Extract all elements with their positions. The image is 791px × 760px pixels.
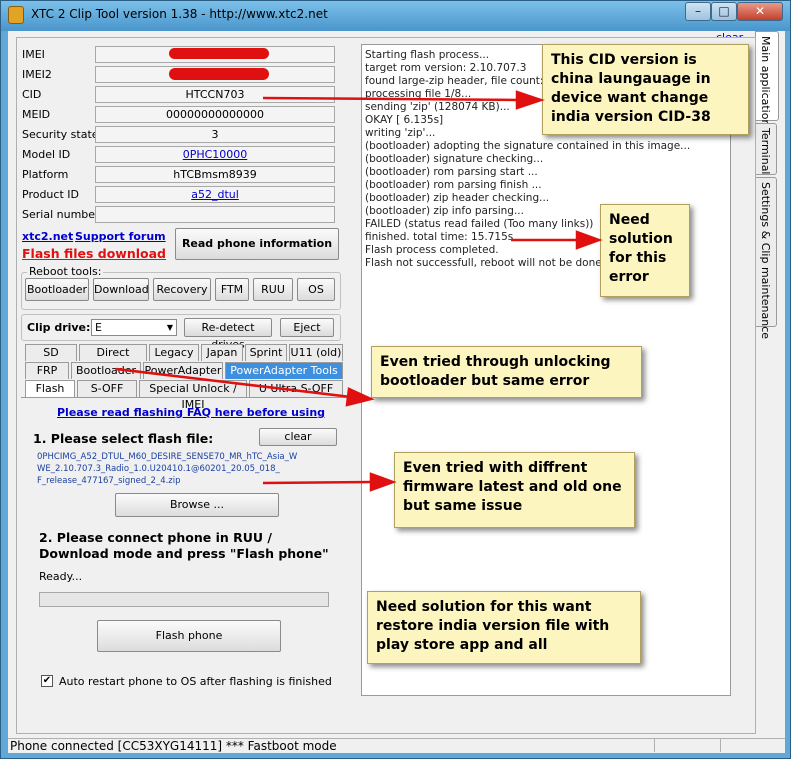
arrow-head (575, 230, 603, 250)
arrow-head (515, 90, 545, 110)
app-window: XTC 2 Clip Tool version 1.38 - http://ww… (0, 0, 791, 759)
arrow-head (345, 387, 375, 407)
arrow-head (369, 472, 397, 492)
arrow-line (262, 96, 520, 102)
arrow-line (262, 480, 372, 485)
annotation-arrows (115, 90, 603, 492)
arrow-line (115, 367, 352, 399)
